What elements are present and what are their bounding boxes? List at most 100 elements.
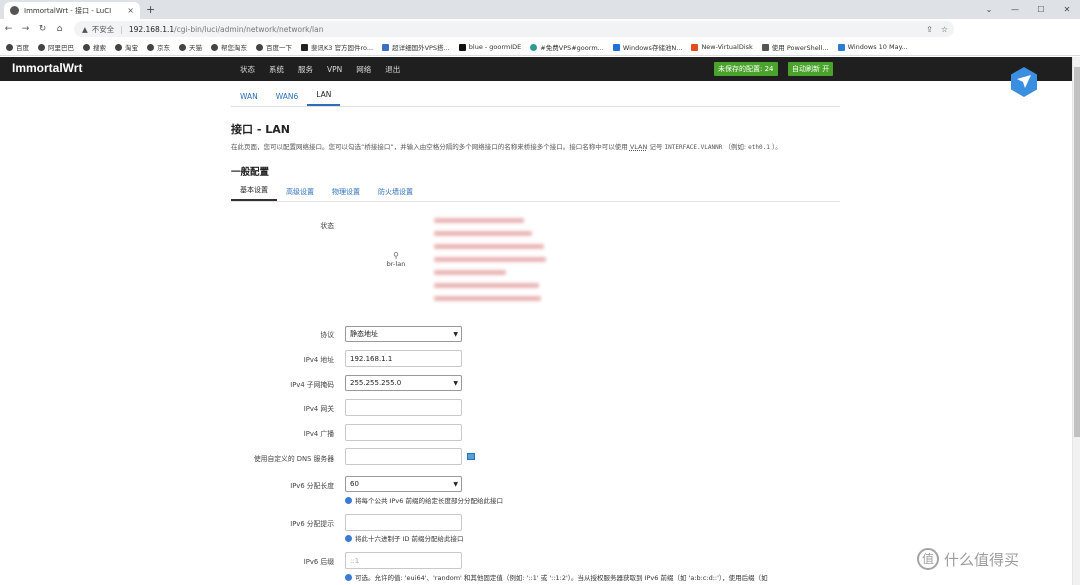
bookmark-item[interactable]: Windows存储池N... bbox=[612, 42, 682, 52]
omnibox-actions: ⇪ ☆ bbox=[926, 21, 948, 37]
bookmark-item[interactable]: 京东 bbox=[147, 42, 170, 52]
tab-close-icon[interactable]: × bbox=[127, 6, 134, 15]
close-window-icon[interactable]: ✕ bbox=[1054, 0, 1080, 19]
bookmark-label: #免费VPS#goorm... bbox=[540, 44, 604, 52]
unsaved-changes-button[interactable]: 未保存的配置: 24 bbox=[714, 62, 778, 76]
description-code: INTERFACE.VLANNR bbox=[664, 144, 723, 151]
watermark: 值 什么值得买 bbox=[917, 548, 1019, 570]
browser-tab[interactable]: ImmortalWrt - 接口 - LuCI × bbox=[4, 2, 140, 19]
tab-search-icon[interactable]: ⌄ bbox=[976, 0, 1002, 19]
menu-status[interactable]: 状态 bbox=[240, 64, 255, 75]
bookmark-label: 淘宝 bbox=[125, 44, 138, 52]
bookmark-label: 阿里巴巴 bbox=[48, 44, 74, 52]
ipv6-assign-length-label: IPv6 分配长度 bbox=[290, 482, 334, 490]
hint-text: 将此十六进制子 ID 前缀分配给此接口 bbox=[355, 535, 464, 543]
redacted-line bbox=[434, 283, 539, 288]
ipv4-broadcast-label: IPv4 广播 bbox=[303, 430, 334, 438]
bookmark-item[interactable]: 天猫 bbox=[179, 42, 202, 52]
protocol-select[interactable]: 静态地址 ▼ bbox=[345, 326, 462, 342]
menu-logout[interactable]: 退出 bbox=[385, 64, 400, 75]
tab-firewall[interactable]: 防火墙设置 bbox=[369, 187, 422, 201]
bookmark-item[interactable]: blue - goormIDE bbox=[458, 43, 521, 51]
tab-basic[interactable]: 基本设置 bbox=[231, 185, 277, 201]
description-text: 记号 bbox=[649, 143, 663, 151]
redacted-line bbox=[434, 218, 524, 223]
brand-logo[interactable]: ImmortalWrt bbox=[12, 61, 82, 75]
section-title: 一般配置 bbox=[231, 167, 270, 178]
ipv4-address-control: 192.168.1.1 bbox=[345, 350, 462, 367]
ipv4-gateway-control bbox=[345, 399, 462, 416]
description-text: 在此页面，您可以配置网络接口。您可以勾选“桥接接口”，并输入由空格分隔的多个网络… bbox=[231, 143, 628, 151]
bookmark-star-icon[interactable]: ☆ bbox=[941, 25, 948, 34]
windows-logo-icon bbox=[837, 43, 845, 51]
tab-lan[interactable]: LAN bbox=[307, 90, 341, 106]
terminal-icon bbox=[458, 43, 466, 51]
chevron-down-icon: ▼ bbox=[453, 330, 458, 338]
file-icon bbox=[301, 43, 308, 51]
ipv6-suffix-input[interactable]: ::1 bbox=[345, 552, 462, 569]
chevron-down-icon: ▼ bbox=[453, 379, 458, 387]
bookmark-label: New-VirtualDisk bbox=[701, 43, 753, 51]
url-host: 192.168.1.1 bbox=[128, 24, 175, 34]
bookmark-label: 帮您淘东 bbox=[221, 44, 247, 52]
add-dns-icon[interactable] bbox=[467, 453, 475, 460]
globe-icon bbox=[38, 43, 45, 51]
ipv4-broadcast-input[interactable] bbox=[345, 424, 462, 441]
info-icon bbox=[345, 496, 352, 504]
tab-wan6[interactable]: WAN6 bbox=[267, 92, 308, 106]
windows-logo-icon bbox=[691, 43, 699, 51]
tab-advanced[interactable]: 高级设置 bbox=[277, 187, 323, 201]
bookmark-item[interactable]: 使用 PowerShell... bbox=[761, 42, 829, 52]
bookmark-item[interactable]: 帮您淘东 bbox=[211, 42, 247, 52]
bookmark-item[interactable]: 搜索 bbox=[83, 42, 106, 52]
auto-refresh-button[interactable]: 自动刷新 开 bbox=[788, 62, 834, 76]
info-icon bbox=[345, 534, 352, 542]
luci-header: ImmortalWrt 状态 系统 服务 VPN 网络 退出 未保存的配置: 2… bbox=[0, 57, 1072, 81]
menu-network[interactable]: 网络 bbox=[356, 64, 371, 75]
ipv6-assign-length-hint: 将每个公共 IPv6 前缀的给定长度部分分配给此接口 bbox=[345, 495, 503, 505]
ipv4-netmask-select[interactable]: 255.255.255.0 ▼ bbox=[345, 375, 462, 391]
ipv6-suffix-control: ::1 bbox=[345, 552, 462, 569]
menu-vpn[interactable]: VPN bbox=[327, 65, 342, 74]
ipv6-assign-hint-input[interactable] bbox=[345, 514, 462, 531]
redacted-line bbox=[434, 244, 544, 249]
globe-icon bbox=[6, 43, 13, 51]
home-icon[interactable]: ⌂ bbox=[51, 24, 68, 34]
tab-wan[interactable]: WAN bbox=[231, 92, 267, 106]
reload-icon[interactable]: ↻ bbox=[34, 24, 51, 34]
bookmark-item[interactable]: New-VirtualDisk bbox=[691, 43, 753, 51]
bookmark-item[interactable]: 阿里巴巴 bbox=[38, 42, 74, 52]
hint-text: 可选。允许的值: 'eui64'、'random' 和其他固定值（例如: '::… bbox=[355, 574, 768, 582]
menu-system[interactable]: 系统 bbox=[269, 64, 284, 75]
ipv4-gateway-input[interactable] bbox=[345, 399, 462, 416]
dns-servers-input[interactable] bbox=[345, 448, 462, 465]
dns-servers-label: 使用自定义的 DNS 服务器 bbox=[253, 455, 334, 463]
tab-physical[interactable]: 物理设置 bbox=[323, 187, 369, 201]
new-tab-button[interactable]: + bbox=[146, 3, 155, 16]
bookmark-label: 百度一下 bbox=[266, 44, 292, 52]
minimize-icon[interactable]: — bbox=[1002, 0, 1028, 19]
scrollbar-thumb[interactable] bbox=[1074, 67, 1080, 437]
forward-icon[interactable]: → bbox=[17, 24, 34, 34]
bookmark-item[interactable]: #免费VPS#goorm... bbox=[530, 42, 604, 52]
hint-text: 将每个公共 IPv6 前缀的给定长度部分分配给此接口 bbox=[355, 497, 503, 505]
ipv6-assign-hint-hint: 将此十六进制子 ID 前缀分配给此接口 bbox=[345, 533, 464, 543]
bookmark-item[interactable]: 百度一下 bbox=[256, 42, 292, 52]
protocol-value: 静态地址 bbox=[350, 330, 378, 338]
back-icon[interactable]: ← bbox=[0, 24, 17, 34]
ipv4-address-input[interactable]: 192.168.1.1 bbox=[345, 350, 462, 367]
warning-icon[interactable]: ▲ bbox=[82, 25, 88, 34]
bookmark-item[interactable]: Windows 10 May... bbox=[837, 43, 908, 51]
share-icon[interactable]: ⇪ bbox=[926, 25, 933, 34]
menu-services[interactable]: 服务 bbox=[298, 64, 313, 75]
page-description: 在此页面，您可以配置网络接口。您可以勾选“桥接接口”，并输入由空格分隔的多个网络… bbox=[231, 141, 821, 154]
maximize-icon[interactable]: ☐ bbox=[1028, 0, 1054, 19]
bookmark-item[interactable]: 百度 bbox=[6, 42, 29, 52]
page-scrollbar[interactable] bbox=[1072, 57, 1080, 585]
ipv6-assign-length-select[interactable]: 60 ▼ bbox=[345, 476, 462, 492]
url-separator: | bbox=[120, 24, 123, 34]
bookmark-item[interactable]: 淘宝 bbox=[115, 42, 138, 52]
bookmark-item[interactable]: 超详细国外VPS搭... bbox=[382, 42, 450, 52]
url-bar[interactable]: ▲ 不安全 | 192.168.1.1 /cgi-bin/luci/admin/… bbox=[74, 21, 954, 37]
bookmark-item[interactable]: 斐讯K3 官方固件ro... bbox=[301, 42, 373, 52]
